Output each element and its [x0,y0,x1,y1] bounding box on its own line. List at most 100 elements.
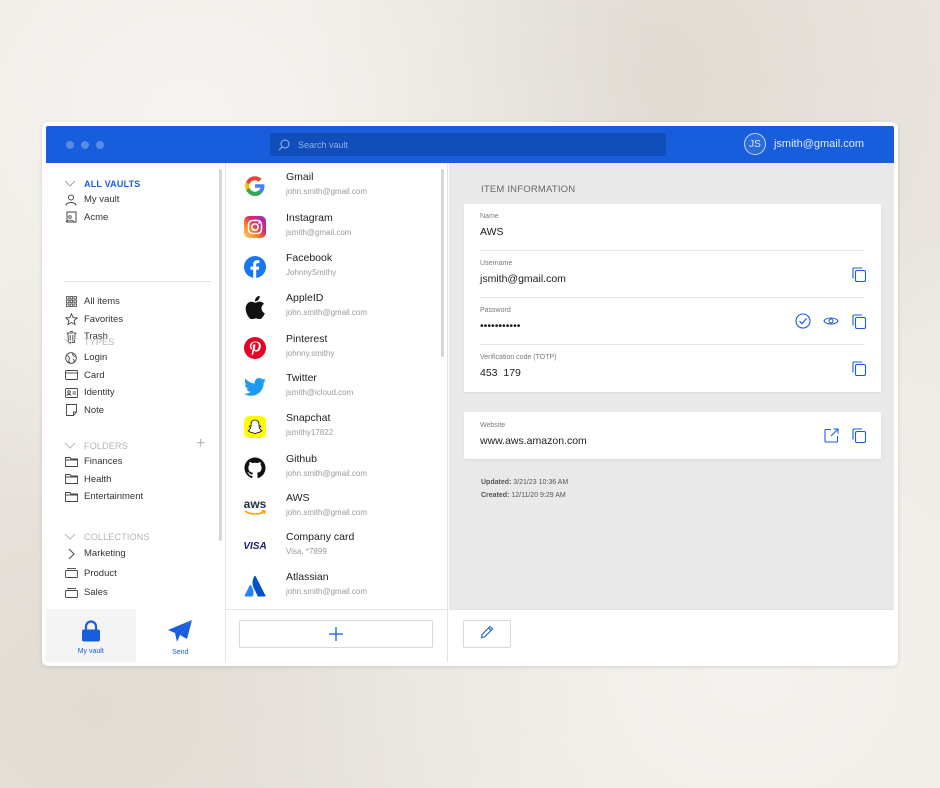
vaults-header[interactable]: ALL VAULTS [64,177,141,191]
account-menu[interactable]: JS jsmith@gmail.com [743,133,864,155]
eye-icon[interactable] [823,313,839,329]
item-name: Gmail [286,171,314,183]
list-item-company-card[interactable]: VISA Company card Visa, *7899 [226,527,444,567]
sidebar-item-label: Card [84,369,105,381]
sidebar-item-note[interactable]: Note [64,402,115,420]
sidebar-item-identity[interactable]: Identity [64,384,115,402]
sidebar-item-label: Login [84,352,108,364]
sidebar-item-marketing[interactable]: Marketing [64,544,150,564]
list-item-aws[interactable]: aws AWS john.smith@gmail.com [226,488,444,528]
name-label: Name [480,213,499,220]
launch-icon[interactable] [823,427,839,443]
vaults-header-label: ALL VAULTS [84,179,141,189]
folder-icon [64,455,78,469]
chevron-down-icon [64,337,78,347]
name-value[interactable]: AWS [480,226,865,238]
list-item-twitter[interactable]: Twitter jsmith@icloud.com [226,368,444,408]
chevron-down-icon [64,441,78,451]
plus-icon [329,624,343,646]
window-minimize-dot[interactable] [81,141,89,149]
sidebar-item-label: Note [84,404,105,416]
sidebar-item-my-vault[interactable]: My vault [64,191,141,209]
list-footer [226,609,447,662]
field-divider [480,297,865,298]
sidebar-item-health[interactable]: Health [64,471,143,489]
sidebar-item-favorites[interactable]: Favorites [64,311,123,329]
sidebar-item-label: Health [84,473,112,485]
edit-button[interactable] [463,620,511,648]
sidebar-item-card[interactable]: Card [64,367,115,385]
sidebar-item-all-items[interactable]: All items [64,293,123,311]
sidebar-scrollbar[interactable] [219,169,222,541]
collections-header-label: COLLECTIONS [84,532,150,542]
list-item-gmail[interactable]: Gmail john.smith@gmail.com [226,167,444,207]
sidebar-item-finances[interactable]: Finances [64,453,143,471]
field-divider [480,344,865,345]
avatar[interactable]: JS [743,133,766,155]
types-header[interactable]: TYPES [64,335,115,349]
sidebar-item-acme[interactable]: Acme [64,209,141,227]
sidebar-item-label: All items [84,296,120,308]
window-maximize-dot[interactable] [96,141,104,149]
created-row: Created: 12/11/20 9:29 AM [481,489,568,502]
lock-icon [81,620,101,644]
website-value[interactable]: www.aws.amazon.com [480,435,865,447]
totp-value[interactable]: 453 179 [480,367,865,379]
sidebar-divider [64,281,211,282]
star-icon [64,312,78,326]
list-item-facebook[interactable]: Facebook JohnnySmithy [226,248,444,288]
sidebar-item-entertainment[interactable]: Entertainment [64,488,143,506]
sidebar-item-label: Identity [84,387,115,399]
sidebar-item-label: Sales [84,587,108,599]
list-item-snapchat[interactable]: Snapchat jsmithy17822 [226,408,444,448]
updated-value: 3/21/23 10:36 AM [513,479,569,486]
sidebar: ALL VAULTS My vault Acme All items Favor… [46,163,226,662]
list-item-pinterest[interactable]: Pinterest johnny.smithy [226,329,444,369]
check-password-icon[interactable] [795,313,811,329]
visa-icon: VISA [242,533,268,559]
username-label: Username [480,260,513,267]
atlassian-icon [242,573,268,599]
sidebar-item-product[interactable]: Product [64,564,150,584]
item-subtitle: jsmithy17822 [286,428,334,437]
list-item-appleid[interactable]: AppleID john.smith@gmail.com [226,288,444,328]
sidebar-item-sales[interactable]: Sales [64,583,150,603]
copy-totp-icon[interactable] [851,360,867,376]
copy-username-icon[interactable] [851,266,867,282]
sidebar-item-label: Marketing [84,548,126,560]
item-name: Snapchat [286,412,331,424]
add-folder-icon[interactable]: + [196,436,205,452]
totp-field: Verification code (TOTP) 453 179 [480,354,865,379]
add-item-button[interactable] [239,620,433,648]
account-email[interactable]: jsmith@gmail.com [774,138,864,150]
website-field: Website www.aws.amazon.com [480,422,865,447]
item-subtitle: jsmith@gmail.com [286,228,352,237]
totp-actions [851,360,867,376]
visa-logo-text: VISA [243,540,267,552]
pinterest-icon [242,335,268,361]
search-input[interactable] [298,139,638,150]
copy-website-icon[interactable] [851,427,867,443]
list-item-github[interactable]: Github john.smith@gmail.com [226,449,444,489]
folders-section: FOLDERS Finances Health Entertainment [64,439,143,506]
window-close-dot[interactable] [66,141,74,149]
item-subtitle: jsmith@icloud.com [286,388,354,397]
app-window: JS jsmith@gmail.com ALL VAULTS My vault … [42,122,898,666]
folder-icon [64,490,78,504]
nav-my-vault[interactable]: My vault [46,609,136,662]
list-item-instagram[interactable]: Instagram jsmith@gmail.com [226,208,444,248]
list-item-atlassian[interactable]: Atlassian john.smith@gmail.com [226,567,444,607]
facebook-icon [242,254,268,280]
copy-password-icon[interactable] [851,313,867,329]
search-bar[interactable] [270,133,666,156]
sidebar-item-login[interactable]: Login [64,349,115,367]
globe-icon [64,351,78,365]
folders-header[interactable]: FOLDERS [64,439,143,453]
nav-send-label: Send [172,649,189,656]
types-header-label: TYPES [84,337,115,347]
item-name: Company card [286,531,355,543]
item-subtitle: john.smith@gmail.com [286,469,368,478]
nav-send[interactable]: Send [136,609,226,662]
collections-header[interactable]: COLLECTIONS [64,530,150,544]
username-value[interactable]: jsmith@gmail.com [480,273,865,285]
